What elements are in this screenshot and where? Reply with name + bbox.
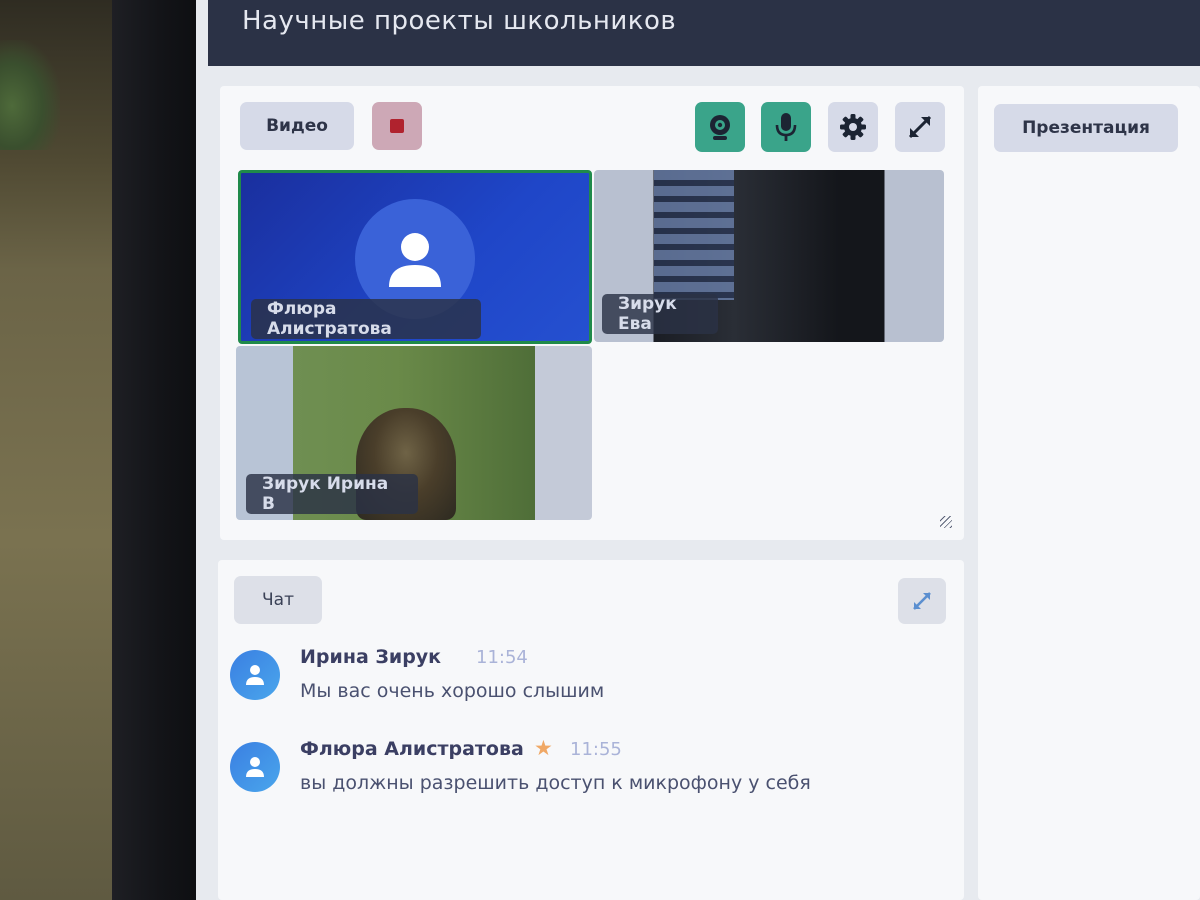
microphone-icon [775, 113, 797, 141]
chat-message: Флюра Алистратова ★ 11:55 вы должны разр… [230, 736, 950, 818]
resize-grip-icon[interactable] [940, 516, 952, 528]
presentation-tab-label: Презентация [1022, 118, 1150, 138]
moderator-star-icon: ★ [534, 736, 553, 760]
microphone-toggle-button[interactable] [761, 102, 811, 152]
participant-name-tag: Зирук Ева [602, 294, 718, 334]
camera-toggle-button[interactable] [695, 102, 745, 152]
app-screen: Научные проекты школьников Видео Флюра А… [196, 0, 1200, 900]
settings-button[interactable] [828, 102, 878, 152]
video-panel: Видео Флюра Алистратова Зирук Ева Зирук … [220, 86, 964, 540]
monitor-bezel [112, 0, 208, 900]
chat-panel: Чат Ирина Зирук 11:54 Мы вас очень хорош… [218, 560, 964, 900]
chat-tab-button[interactable]: Чат [234, 576, 322, 624]
participant-name-tag: Флюра Алистратова [251, 299, 481, 339]
room-plant [0, 40, 60, 150]
participant-tile-2[interactable]: Зирук Ева [594, 170, 944, 342]
message-author: Флюра Алистратова [300, 738, 524, 760]
camera-feed [654, 170, 734, 300]
video-tab-label: Видео [266, 116, 328, 136]
user-icon [389, 233, 441, 287]
video-tab-button[interactable]: Видео [240, 102, 354, 150]
chat-tab-label: Чат [262, 590, 294, 610]
fullscreen-button[interactable] [895, 102, 945, 152]
message-author: Ирина Зирук [300, 646, 442, 668]
webcam-icon [710, 115, 730, 140]
participant-tile-1[interactable]: Флюра Алистратова [238, 170, 592, 344]
user-icon [246, 757, 264, 777]
message-text: Мы вас очень хорошо слышим [300, 680, 605, 702]
user-icon [246, 665, 264, 685]
gear-icon [840, 114, 866, 140]
presentation-tab-button[interactable]: Презентация [994, 104, 1178, 152]
chat-message: Ирина Зирук 11:54 Мы вас очень хорошо сл… [230, 646, 950, 726]
message-text: вы должны разрешить доступ к микрофону у… [300, 772, 811, 794]
expand-icon [908, 115, 932, 139]
message-time: 11:54 [476, 647, 528, 668]
participant-tile-3[interactable]: Зирук Ирина В [236, 346, 592, 520]
user-avatar [230, 742, 280, 792]
chat-expand-button[interactable] [898, 578, 946, 624]
header-bar: Научные проекты школьников [208, 0, 1200, 66]
expand-icon [913, 592, 931, 610]
stop-icon [390, 119, 404, 133]
stop-recording-button[interactable] [372, 102, 422, 150]
presentation-panel: Презентация [978, 86, 1200, 900]
app-title: Научные проекты школьников [242, 6, 677, 36]
participant-name-tag: Зирук Ирина В [246, 474, 418, 514]
user-avatar [230, 650, 280, 700]
message-time: 11:55 [570, 739, 622, 760]
